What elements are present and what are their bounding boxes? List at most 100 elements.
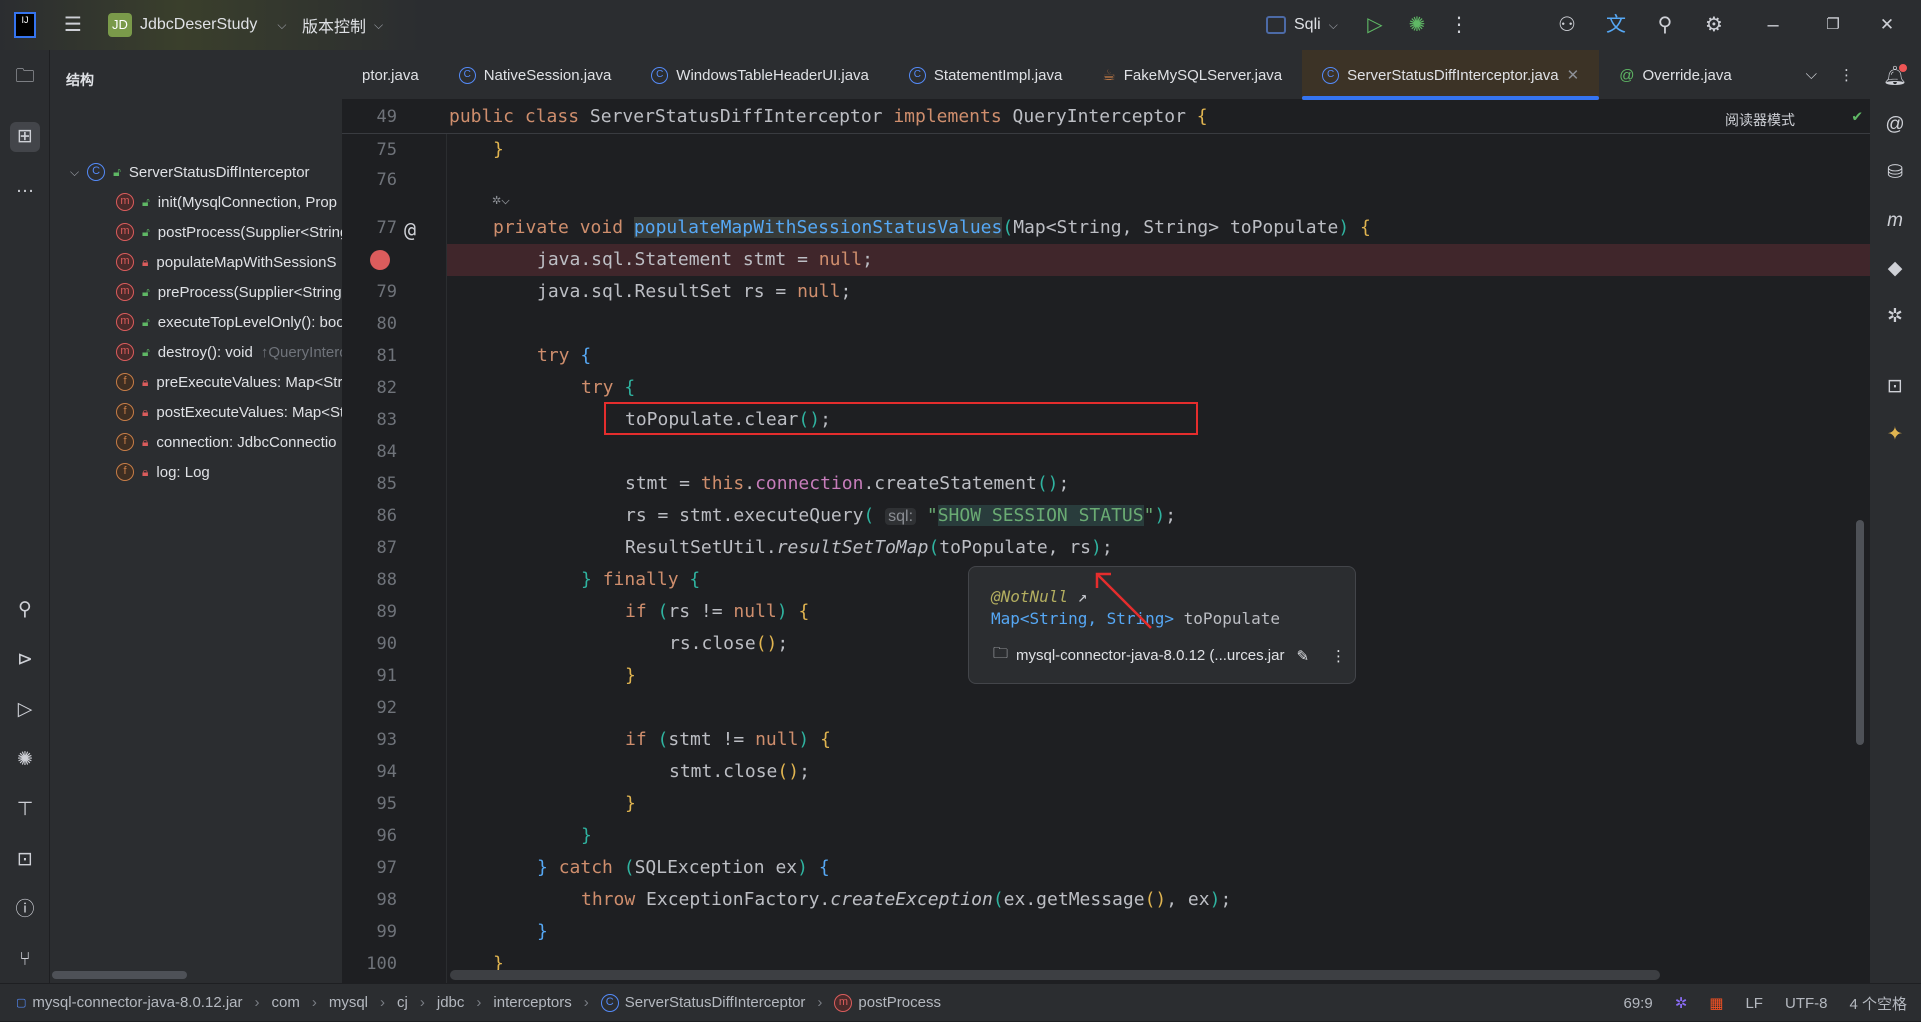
tab[interactable]: C StatementImpl.java <box>889 50 1082 100</box>
line-number: 93 <box>376 730 397 750</box>
reader-mode-button[interactable]: 阅读器模式 <box>1725 110 1795 130</box>
horizontal-scrollbar[interactable] <box>52 971 187 979</box>
tab[interactable]: @ Override.java <box>1599 50 1751 100</box>
translation-icon[interactable]: ⊡ <box>1880 372 1910 402</box>
code-token: ; <box>1165 505 1177 526</box>
close-tab-icon[interactable]: ✕ <box>1567 66 1580 84</box>
vcs-menu[interactable]: 版本控制 ⌵ <box>302 0 383 50</box>
breadcrumb-item[interactable]: cj › <box>397 994 431 1011</box>
debug-icon[interactable]: ✺ <box>10 745 40 775</box>
run-config-selector[interactable]: Sqli ⌵ <box>1266 0 1338 50</box>
structure-icon[interactable]: ⊞ <box>10 122 40 152</box>
breakpoint-icon[interactable] <box>370 250 390 270</box>
git-icon[interactable]: ⑂ <box>10 945 40 975</box>
gear-icon[interactable]: ⚙ <box>1701 12 1727 38</box>
code-token: , ex <box>1166 889 1210 910</box>
mascot-icon[interactable]: ✦ <box>1880 420 1910 450</box>
translate-icon[interactable]: 文 <box>1603 12 1629 38</box>
add-user-icon[interactable]: ⚇ <box>1554 12 1580 38</box>
more-icon[interactable]: ⋮ <box>1331 647 1346 665</box>
tree-item[interactable]: m 🔓︎ destroy(): void ↑QueryInterc <box>116 337 342 367</box>
line-number: 84 <box>376 442 397 462</box>
ai-assistant-icon[interactable]: @ <box>1880 110 1910 140</box>
indent-setting[interactable]: 4 个空格 <box>1849 993 1907 1014</box>
tree-item[interactable]: f 🔒︎ connection: JdbcConnectio <box>116 427 337 457</box>
param-name: toPopulate <box>1174 609 1280 628</box>
code-editor[interactable]: 49 public class ServerStatusDiffIntercept… <box>342 100 1870 983</box>
tree-item[interactable]: m 🔓︎ init(MysqlConnection, Prop <box>116 187 337 217</box>
vertical-scrollbar[interactable] <box>1856 520 1864 745</box>
more-icon[interactable]: ⋮ <box>1839 66 1854 84</box>
breadcrumb-item[interactable]: interceptors › <box>493 994 594 1011</box>
windows-icon[interactable]: ▦ <box>1709 994 1723 1012</box>
code-token: () <box>1036 473 1059 494</box>
code-token: rs = stmt.executeQuery <box>625 505 864 526</box>
project-selector[interactable]: JD JdbcDeserStudy ⌵ <box>108 0 287 50</box>
maven-icon[interactable]: m <box>1880 206 1910 236</box>
build-icon[interactable]: ⊤ <box>10 795 40 825</box>
folder-icon[interactable]: 🗀 <box>10 62 40 92</box>
code-token: } <box>625 793 636 814</box>
right-tool-strip: 🔔︎ @ ⛁ m ◆ ✲ ⊡ ✦ <box>1870 50 1921 983</box>
edit-icon[interactable]: ✎ <box>1296 647 1309 665</box>
external-link-icon[interactable]: ↗ <box>1078 587 1088 606</box>
cursor-position[interactable]: 69:9 <box>1624 995 1653 1012</box>
notifications-icon[interactable]: 🔔︎ <box>1880 62 1910 92</box>
search-icon[interactable]: ⚲ <box>10 595 40 625</box>
tree-item[interactable]: f 🔒︎ preExecuteValues: Map<Str <box>116 367 342 397</box>
breadcrumb-item[interactable]: C ServerStatusDiffInterceptor › <box>600 993 829 1012</box>
tab[interactable]: ptor.java <box>342 50 439 100</box>
annotation-link[interactable]: @NotNull <box>991 587 1068 606</box>
restore-icon[interactable]: ❐ <box>1820 12 1846 38</box>
run-icon[interactable]: ▷ <box>10 695 40 725</box>
breadcrumb-item[interactable]: com › <box>272 994 323 1011</box>
private-icon: 🔒︎ <box>142 254 149 269</box>
chevron-down-icon[interactable]: ⌵ <box>70 165 79 180</box>
run-icon[interactable]: ▷ <box>1362 12 1388 38</box>
tree-item[interactable]: m 🔓︎ postProcess(Supplier<String <box>116 217 342 247</box>
tree-item[interactable]: m 🔓︎ preProcess(Supplier<String <box>116 277 342 307</box>
plugin-icon[interactable]: ◆ <box>1880 254 1910 284</box>
problems-icon[interactable]: ⓘ <box>10 895 40 925</box>
horizontal-scrollbar[interactable] <box>450 970 1660 980</box>
search-icon[interactable]: ⚲ <box>1652 12 1678 38</box>
services-icon[interactable]: ⊳ <box>10 645 40 675</box>
override-marker-icon[interactable]: @ <box>404 218 416 242</box>
breadcrumb-item[interactable]: m postProcess <box>834 993 941 1012</box>
breadcrumb-item[interactable]: mysql › <box>329 994 391 1011</box>
tree-item[interactable]: f 🔒︎ log: Log <box>116 457 210 487</box>
terminal-icon[interactable]: ⊡ <box>10 845 40 875</box>
source-library[interactable]: mysql-connector-java-8.0.12 (...urces.ja… <box>1016 647 1284 664</box>
minimize-icon[interactable]: – <box>1760 12 1786 38</box>
tree-item[interactable]: m 🔒︎ populateMapWithSessionS <box>116 247 337 277</box>
debug-icon[interactable]: ✺ <box>1404 12 1430 38</box>
line-number: 90 <box>376 634 397 654</box>
breadcrumb-item[interactable]: jdbc › <box>437 994 488 1011</box>
breadcrumb-item[interactable]: ▢ mysql-connector-java-8.0.12.jar › <box>16 994 266 1011</box>
code-token: } <box>537 857 559 878</box>
tree-item[interactable]: m 🔓︎ executeTopLevelOnly(): boo <box>116 307 342 337</box>
chevron-right-icon: › <box>419 994 425 1011</box>
tab[interactable]: C WindowsTableHeaderUI.java <box>631 50 889 100</box>
copilot-icon[interactable]: ✲ <box>1880 302 1910 332</box>
more-tools-icon[interactable]: … <box>10 172 40 202</box>
code-line: private void populateMapWithSessionStatu… <box>493 212 1371 244</box>
close-icon[interactable]: ✕ <box>1874 12 1900 38</box>
line-separator[interactable]: LF <box>1745 995 1763 1012</box>
tab[interactable]: C ServerStatusDiffInterceptor.java ✕ <box>1302 50 1600 100</box>
ai-action-icon[interactable]: ✲⌵ <box>492 190 510 208</box>
tab[interactable]: C NativeSession.java <box>439 50 632 100</box>
tab[interactable]: ☕︎ FakeMySQLServer.java <box>1082 50 1302 100</box>
tab-list-chevron-icon[interactable]: ⌵ <box>1806 66 1817 83</box>
plugin-status-icon[interactable]: ✲ <box>1675 994 1688 1012</box>
tree-item[interactable]: f 🔒︎ postExecuteValues: Map<St <box>116 397 342 427</box>
database-icon[interactable]: ⛁ <box>1880 158 1910 188</box>
main-menu-icon[interactable]: ☰ <box>60 12 86 38</box>
run-config-label: Sqli <box>1294 16 1321 33</box>
chevron-down-icon: ⌵ <box>277 17 287 32</box>
more-icon[interactable]: ⋮ <box>1446 12 1472 38</box>
file-encoding[interactable]: UTF-8 <box>1785 995 1828 1012</box>
tree-root[interactable]: ⌵ C 🔓︎ ServerStatusDiffInterceptor <box>70 157 310 187</box>
code-token: ; <box>1101 537 1113 558</box>
code-token: .createStatement <box>863 473 1037 494</box>
